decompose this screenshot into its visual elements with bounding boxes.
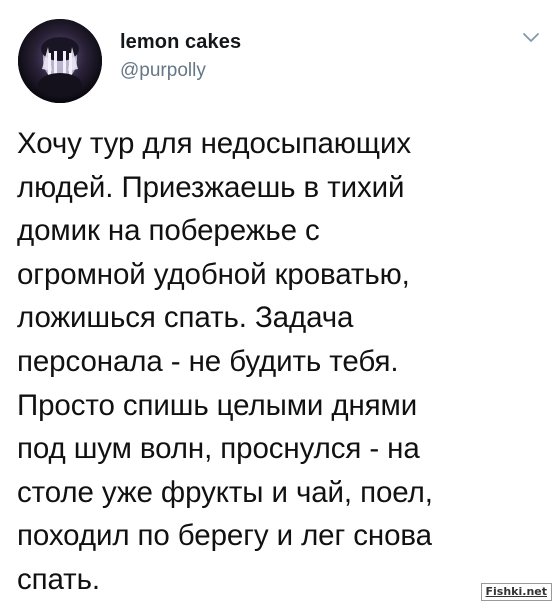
- tweet-text-line: огромной удобной кроватью,: [17, 257, 410, 291]
- tweet-author[interactable]: lemon cakes @purpolly: [120, 30, 241, 82]
- tweet-text-line: Просто спишь целыми днями: [17, 388, 418, 422]
- tweet-text-line: спать.: [17, 562, 100, 596]
- tweet-text-line: людей. Приезжаешь в тихий: [17, 170, 405, 204]
- author-display-name[interactable]: lemon cakes: [120, 30, 241, 54]
- tweet-text-line: домик на побережье с: [17, 214, 320, 248]
- chevron-down-icon[interactable]: [520, 26, 542, 48]
- tweet-text-line: столе уже фрукты и чай, поел,: [17, 475, 433, 509]
- author-handle[interactable]: @purpolly: [120, 60, 241, 82]
- tweet-card: lemon cakes @purpolly Хочу тур для недос…: [0, 0, 556, 604]
- avatar[interactable]: [18, 19, 102, 103]
- tweet-text-line: под шум волн, проснулся - на: [17, 432, 420, 466]
- watermark: Fishki.net: [480, 583, 552, 601]
- tweet-text: Хочу тур для недосыпающих людей. Приезжае…: [17, 122, 537, 602]
- tweet-text-line: персонала - не будить тебя.: [17, 344, 399, 378]
- avatar-photo-icon: [18, 19, 102, 103]
- tweet-text-line: ложишься спать. Задача: [17, 301, 354, 335]
- tweet-text-line: Хочу тур для недосыпающих: [17, 127, 412, 160]
- tweet-text-line: походил по берегу и лег снова: [17, 519, 432, 553]
